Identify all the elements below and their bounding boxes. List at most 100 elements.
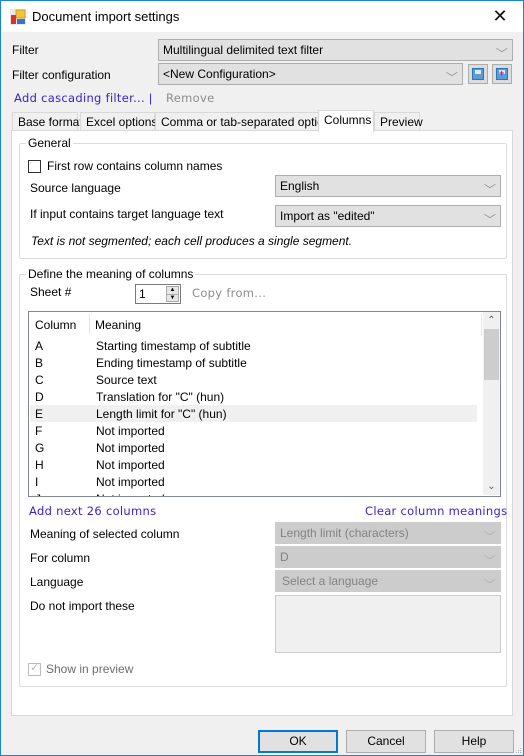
- tab-label: Comma or tab-separated options: [161, 115, 337, 129]
- row-column: B: [35, 356, 44, 370]
- row-column: G: [35, 441, 45, 455]
- close-button[interactable]: ✕: [477, 1, 523, 32]
- save-icon: [472, 68, 484, 80]
- row-column: J: [35, 492, 41, 496]
- filter-configuration-value: <New Configuration>: [163, 67, 276, 81]
- resize-grip-icon[interactable]: [516, 748, 522, 754]
- filter-dropdown[interactable]: Multilingual delimited text filter ⌵: [158, 39, 513, 61]
- checkmark-icon: ✓: [30, 662, 40, 674]
- chevron-down-icon: ⌵: [484, 575, 497, 586]
- row-column: F: [35, 424, 43, 438]
- stepper-up-icon[interactable]: ▲: [167, 287, 178, 294]
- row-meaning: Not imported: [96, 492, 165, 496]
- filter-configuration-dropdown[interactable]: <New Configuration> ⌵: [158, 63, 463, 85]
- language-dropdown[interactable]: Select a language ⌵: [275, 570, 501, 592]
- tab-preview[interactable]: Preview: [374, 112, 423, 131]
- row-meaning: Length limit for "C" (hun): [96, 407, 227, 421]
- first-row-column-names-checkbox[interactable]: [28, 160, 41, 173]
- scroll-down-icon[interactable]: ⌄: [483, 478, 500, 495]
- list-row[interactable]: D Translation for "C" (hun): [30, 388, 477, 405]
- filter-configuration-label: Filter configuration: [12, 68, 111, 82]
- list-header: Column Meaning: [29, 312, 483, 336]
- do-not-import-textarea[interactable]: [275, 595, 501, 653]
- chevron-down-icon: ⌵: [446, 68, 459, 79]
- scrollbar-thumb[interactable]: [484, 329, 499, 380]
- list-vertical-scrollbar[interactable]: ⌃ ⌄: [483, 312, 500, 495]
- sheet-number-value: 1: [139, 287, 146, 301]
- columns-tab-panel: General First row contains column names …: [11, 130, 513, 716]
- list-row-selected[interactable]: E Length limit for "C" (hun): [30, 405, 477, 422]
- list-row[interactable]: A Starting timestamp of subtitle: [30, 337, 477, 354]
- chevron-down-icon: ⌵: [484, 210, 497, 221]
- source-language-value: English: [280, 179, 320, 193]
- tab-label: Base format: [18, 115, 83, 129]
- chevron-down-icon: ⌵: [484, 180, 497, 191]
- clear-column-meanings-link[interactable]: Clear column meanings: [365, 504, 507, 518]
- for-column-dropdown[interactable]: D ⌵: [275, 546, 501, 568]
- row-meaning: Not imported: [96, 441, 165, 455]
- remove-link[interactable]: Remove: [166, 91, 214, 105]
- segmentation-note: Text is not segmented; each cell produce…: [31, 234, 353, 248]
- row-meaning: Not imported: [96, 458, 165, 472]
- meaning-of-selected-column-label: Meaning of selected column: [30, 527, 180, 541]
- row-column: H: [35, 458, 44, 472]
- row-meaning: Starting timestamp of subtitle: [96, 339, 251, 353]
- save-new-icon: +: [496, 68, 508, 80]
- scroll-up-icon[interactable]: ⌃: [483, 312, 500, 329]
- row-meaning: Translation for "C" (hun): [96, 390, 225, 404]
- header-divider: [89, 314, 90, 334]
- chevron-down-icon: ⌵: [484, 551, 497, 562]
- target-language-text-value: Import as "edited": [280, 209, 375, 223]
- tab-columns[interactable]: Columns: [318, 110, 374, 132]
- list-row[interactable]: B Ending timestamp of subtitle: [30, 354, 477, 371]
- columns-list[interactable]: Column Meaning A Starting timestamp of su…: [28, 311, 501, 497]
- sheet-number-stepper[interactable]: 1 ▲ ▼: [135, 284, 181, 304]
- row-meaning: Not imported: [96, 475, 165, 489]
- list-row[interactable]: I Not imported: [30, 473, 477, 490]
- add-next-columns-link[interactable]: Add next 26 columns: [29, 504, 156, 518]
- target-language-text-label: If input contains target language text: [30, 207, 224, 221]
- language-value: Select a language: [282, 574, 379, 588]
- list-row[interactable]: H Not imported: [30, 456, 477, 473]
- help-button[interactable]: Help: [434, 730, 514, 753]
- tab-comma-or-tab-separated-options[interactable]: Comma or tab-separated options: [155, 112, 336, 131]
- document-import-settings-dialog: Document import settings ✕ Filter Multil…: [0, 0, 524, 756]
- add-cascading-filter-link[interactable]: Add cascading filter...: [14, 91, 145, 105]
- row-column: A: [35, 339, 44, 353]
- show-in-preview-checkbox[interactable]: ✓: [28, 662, 41, 676]
- title-bar: Document import settings ✕: [1, 1, 523, 32]
- chevron-down-icon: ⌵: [484, 527, 497, 538]
- target-language-text-dropdown[interactable]: Import as "edited" ⌵: [275, 205, 501, 227]
- close-icon: ✕: [492, 6, 508, 26]
- meaning-header[interactable]: Meaning: [95, 318, 141, 332]
- general-group-title: General: [26, 136, 73, 150]
- copy-from-link[interactable]: Copy from...: [192, 286, 266, 300]
- column-header[interactable]: Column: [35, 318, 76, 332]
- do-not-import-label: Do not import these: [30, 599, 135, 613]
- save-as-new-configuration-button[interactable]: +: [492, 64, 512, 84]
- tab-excel-options[interactable]: Excel options: [80, 112, 157, 131]
- list-row[interactable]: C Source text: [30, 371, 477, 388]
- stepper-down-icon[interactable]: ▼: [167, 294, 178, 301]
- list-row[interactable]: F Not imported: [30, 422, 477, 439]
- chevron-down-icon: ⌵: [496, 44, 509, 55]
- meaning-of-selected-column-dropdown[interactable]: Length limit (characters) ⌵: [275, 522, 501, 544]
- save-configuration-button[interactable]: [468, 64, 488, 84]
- row-column: D: [35, 390, 44, 404]
- source-language-dropdown[interactable]: English ⌵: [275, 175, 501, 197]
- for-column-label: For column: [30, 551, 91, 565]
- cancel-button[interactable]: Cancel: [346, 730, 426, 753]
- list-row[interactable]: G Not imported: [30, 439, 477, 456]
- tab-label: Columns: [324, 113, 372, 127]
- first-row-column-names-label: First row contains column names: [47, 159, 223, 173]
- row-column: C: [35, 373, 44, 387]
- ok-button[interactable]: OK: [258, 730, 338, 753]
- language-label: Language: [30, 575, 84, 589]
- define-columns-group: Define the meaning of columns Sheet # 1 …: [19, 267, 507, 687]
- list-row[interactable]: J Not imported: [30, 490, 477, 496]
- row-column: E: [35, 407, 44, 421]
- row-column: I: [35, 475, 39, 489]
- tab-base-format[interactable]: Base format: [12, 112, 83, 131]
- row-meaning: Not imported: [96, 424, 165, 438]
- window-title: Document import settings: [32, 9, 180, 24]
